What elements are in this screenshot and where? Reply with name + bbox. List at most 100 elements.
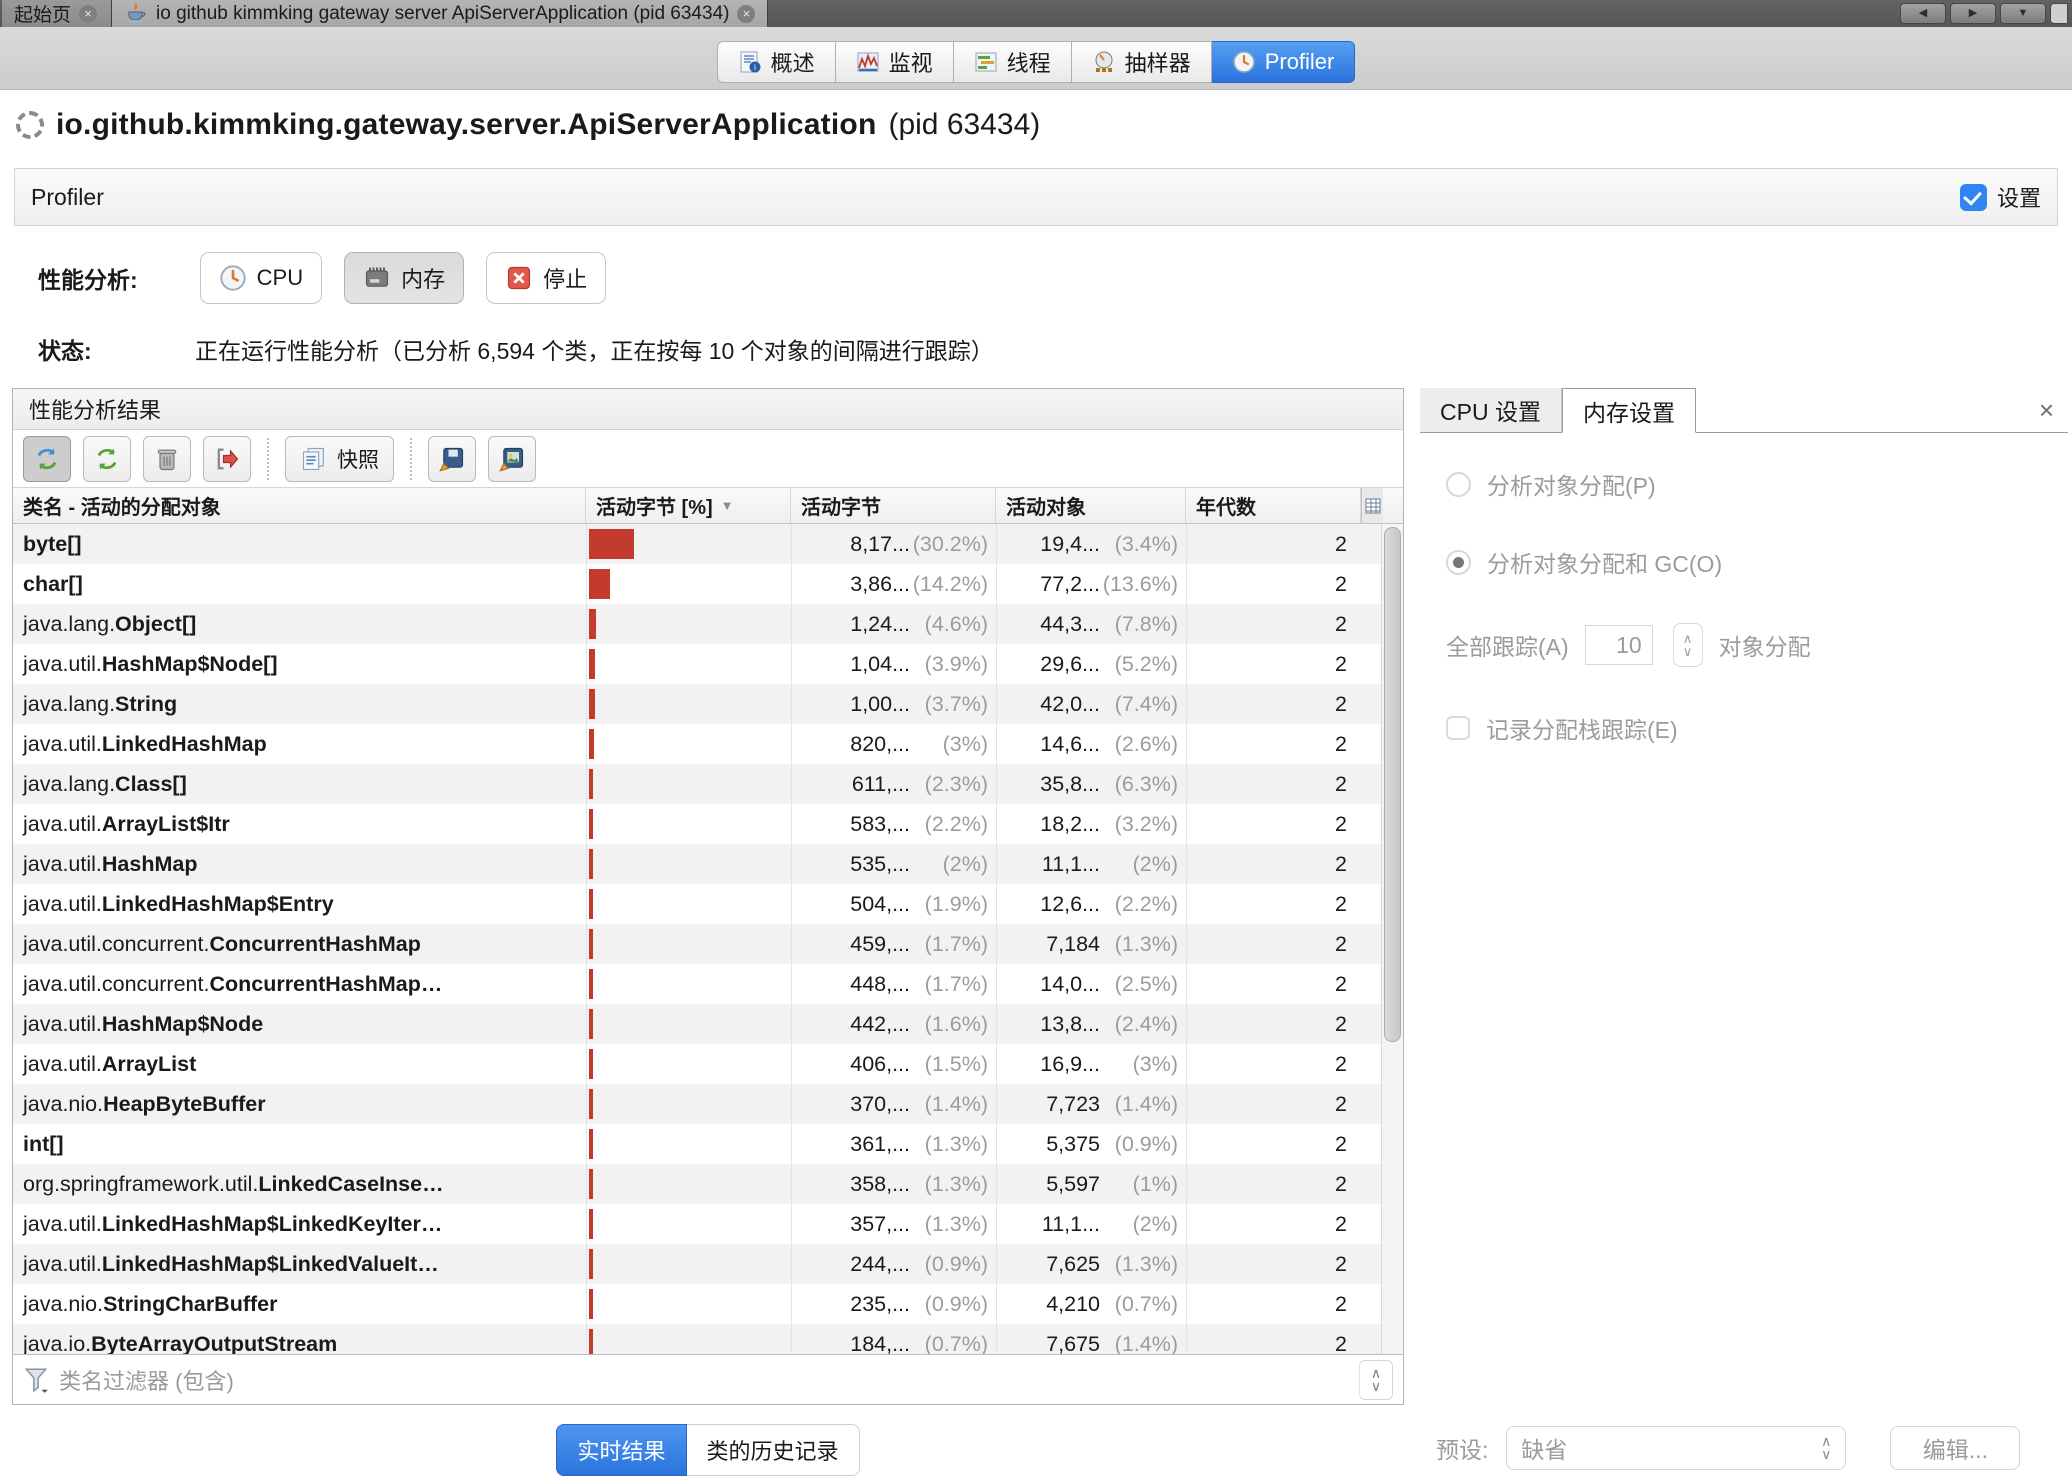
- tab-application[interactable]: io github kimmking gateway server ApiSer…: [112, 0, 768, 27]
- class-name-cell: java.lang.String: [13, 692, 586, 717]
- close-icon[interactable]: ×: [737, 5, 755, 23]
- nav-back-button[interactable]: ◀: [1900, 3, 1946, 24]
- radio-profile-allocations[interactable]: 分析对象分配(P): [1446, 467, 2042, 501]
- filter-options-stepper[interactable]: ∧∨: [1359, 1360, 1393, 1400]
- table-row[interactable]: java.util.ArrayList$Itr 583,...(2.2%) 18…: [13, 804, 1381, 844]
- table-scrollbar[interactable]: [1381, 524, 1403, 1354]
- radio-profile-allocations-gc[interactable]: 分析对象分配和 GC(O): [1446, 545, 2042, 579]
- memory-chip-icon: [363, 264, 391, 292]
- class-name-cell: java.lang.Object[]: [13, 612, 586, 637]
- tab-monitor[interactable]: 监视: [836, 41, 954, 83]
- close-icon[interactable]: ×: [79, 5, 97, 23]
- edit-preset-button[interactable]: 编辑...: [1890, 1426, 2020, 1470]
- memory-profile-button[interactable]: 内存: [344, 252, 464, 304]
- class-filter-input[interactable]: 类名过滤器 (包含): [59, 1364, 1349, 1396]
- radio-icon[interactable]: [1446, 472, 1471, 497]
- table-row[interactable]: java.lang.Class[] 611,...(2.3%) 35,8...(…: [13, 764, 1381, 804]
- refresh-icon: [93, 445, 121, 473]
- stop-profile-button[interactable]: 停止: [486, 252, 606, 304]
- radio-selected-icon[interactable]: [1446, 550, 1471, 575]
- status-label: 状态:: [38, 332, 195, 366]
- column-selector-button[interactable]: [1361, 488, 1383, 523]
- track-count-input[interactable]: 10: [1585, 625, 1653, 665]
- export-results-button[interactable]: [203, 436, 251, 482]
- live-results-tab[interactable]: 实时结果: [556, 1424, 686, 1476]
- tab-start-page[interactable]: 起始页 ×: [2, 0, 112, 27]
- table-row[interactable]: java.util.HashMap$Node 442,...(1.6%) 13,…: [13, 1004, 1381, 1044]
- scrollbar-thumb[interactable]: [1384, 527, 1401, 1042]
- table-row[interactable]: java.util.concurrent.ConcurrentHashMap… …: [13, 964, 1381, 1004]
- save-data-button[interactable]: [428, 436, 476, 482]
- preset-label: 预设:: [1436, 1431, 1488, 1465]
- table-row[interactable]: java.util.ArrayList 406,...(1.5%) 16,9..…: [13, 1044, 1381, 1084]
- table-row[interactable]: java.util.LinkedHashMap$LinkedKeyIter… 3…: [13, 1204, 1381, 1244]
- live-bytes-cell: 504,...(1.9%): [791, 884, 996, 924]
- table-row[interactable]: java.nio.HeapByteBuffer 370,...(1.4%) 7,…: [13, 1084, 1381, 1124]
- column-header-live-bytes[interactable]: 活动字节: [791, 488, 996, 523]
- column-header-live-objects[interactable]: 活动对象: [996, 488, 1186, 523]
- tab-sampler[interactable]: 抽样器: [1072, 41, 1212, 83]
- refresh-button[interactable]: [83, 436, 131, 482]
- stop-button-label: 停止: [543, 262, 587, 294]
- table-row[interactable]: java.util.concurrent.ConcurrentHashMap 4…: [13, 924, 1381, 964]
- live-bytes-cell: 3,86...(14.2%): [791, 564, 996, 604]
- tab-overview-label: 概述: [771, 46, 815, 78]
- memory-button-label: 内存: [401, 262, 445, 294]
- table-row[interactable]: java.nio.StringCharBuffer 235,...(0.9%) …: [13, 1284, 1381, 1324]
- live-bytes-bar-cell: [586, 924, 791, 964]
- table-row[interactable]: java.lang.Object[] 1,24...(4.6%) 44,3...…: [13, 604, 1381, 644]
- snapshot-button[interactable]: 快照: [285, 436, 394, 482]
- live-bytes-bar-cell: [586, 884, 791, 924]
- live-bytes-bar: [589, 1049, 593, 1079]
- live-bytes-bar: [589, 1009, 593, 1039]
- cpu-settings-tab[interactable]: CPU 设置: [1420, 388, 1562, 432]
- preset-select[interactable]: 缺省 ∧∨: [1506, 1426, 1846, 1470]
- generations-cell: 2: [1186, 1004, 1361, 1044]
- live-bytes-bar-cell: [586, 1284, 791, 1324]
- settings-close-icon[interactable]: ×: [2025, 395, 2068, 426]
- checkbox-unchecked-icon[interactable]: [1446, 716, 1470, 740]
- memory-settings-tab[interactable]: 内存设置: [1562, 388, 1696, 433]
- live-bytes-bar: [589, 929, 593, 959]
- save-image-icon: [498, 445, 526, 473]
- nav-forward-button[interactable]: ▶: [1950, 3, 1996, 24]
- auto-refresh-button[interactable]: [23, 436, 71, 482]
- table-row[interactable]: java.util.HashMap$Node[] 1,04...(3.9%) 2…: [13, 644, 1381, 684]
- live-bytes-bar: [589, 529, 634, 559]
- record-stack-traces-checkbox[interactable]: 记录分配栈跟踪(E): [1446, 711, 2042, 745]
- column-header-class-name[interactable]: 类名 - 活动的分配对象: [13, 488, 586, 523]
- filter-funnel-icon[interactable]: [23, 1366, 49, 1394]
- table-row[interactable]: java.lang.String 1,00...(3.7%) 42,0...(7…: [13, 684, 1381, 724]
- live-bytes-bar-cell: [586, 804, 791, 844]
- table-row[interactable]: org.springframework.util.LinkedCaseInse……: [13, 1164, 1381, 1204]
- table-row[interactable]: java.util.HashMap 535,...(2%) 11,1...(2%…: [13, 844, 1381, 884]
- tab-profiler[interactable]: Profiler: [1212, 41, 1356, 83]
- tab-threads[interactable]: 线程: [954, 41, 1072, 83]
- table-row[interactable]: byte[] 8,17...(30.2%) 19,4...(3.4%) 2: [13, 524, 1381, 564]
- settings-checkbox[interactable]: [1960, 184, 1987, 211]
- delete-results-button[interactable]: [143, 436, 191, 482]
- class-history-tab[interactable]: 类的历史记录: [687, 1424, 860, 1476]
- track-count-stepper[interactable]: ∧∨: [1673, 623, 1703, 667]
- table-row[interactable]: java.util.LinkedHashMap$Entry 504,...(1.…: [13, 884, 1381, 924]
- table-row[interactable]: java.util.LinkedHashMap 820,...(3%) 14,6…: [13, 724, 1381, 764]
- live-objects-cell: 29,6...(5.2%): [996, 644, 1186, 684]
- column-header-live-bytes-relative[interactable]: 活动字节 [%] ▼: [586, 488, 791, 523]
- save-image-button[interactable]: [488, 436, 536, 482]
- table-row[interactable]: java.util.LinkedHashMap$LinkedValueIt… 2…: [13, 1244, 1381, 1284]
- table-row[interactable]: java.io.ByteArrayOutputStream 184,...(0.…: [13, 1324, 1381, 1354]
- results-toolbar: 快照: [13, 430, 1403, 487]
- generations-cell: 2: [1186, 1324, 1361, 1354]
- table-row[interactable]: char[] 3,86...(14.2%) 77,2...(13.6%) 2: [13, 564, 1381, 604]
- live-bytes-bar-cell: [586, 764, 791, 804]
- column-header-generations[interactable]: 年代数: [1186, 488, 1361, 523]
- class-name-cell: java.util.HashMap$Node[]: [13, 652, 586, 677]
- live-bytes-bar-cell: [586, 524, 791, 564]
- table-row[interactable]: int[] 361,...(1.3%) 5,375(0.9%) 2: [13, 1124, 1381, 1164]
- tab-list-button[interactable]: ▼: [2000, 3, 2046, 24]
- generations-cell: 2: [1186, 684, 1361, 724]
- cpu-profile-button[interactable]: CPU: [200, 252, 322, 304]
- live-bytes-bar-cell: [586, 1004, 791, 1044]
- profiling-controls: 性能分析: CPU 内存 停止: [38, 252, 606, 304]
- tab-overview[interactable]: i 概述: [717, 41, 836, 83]
